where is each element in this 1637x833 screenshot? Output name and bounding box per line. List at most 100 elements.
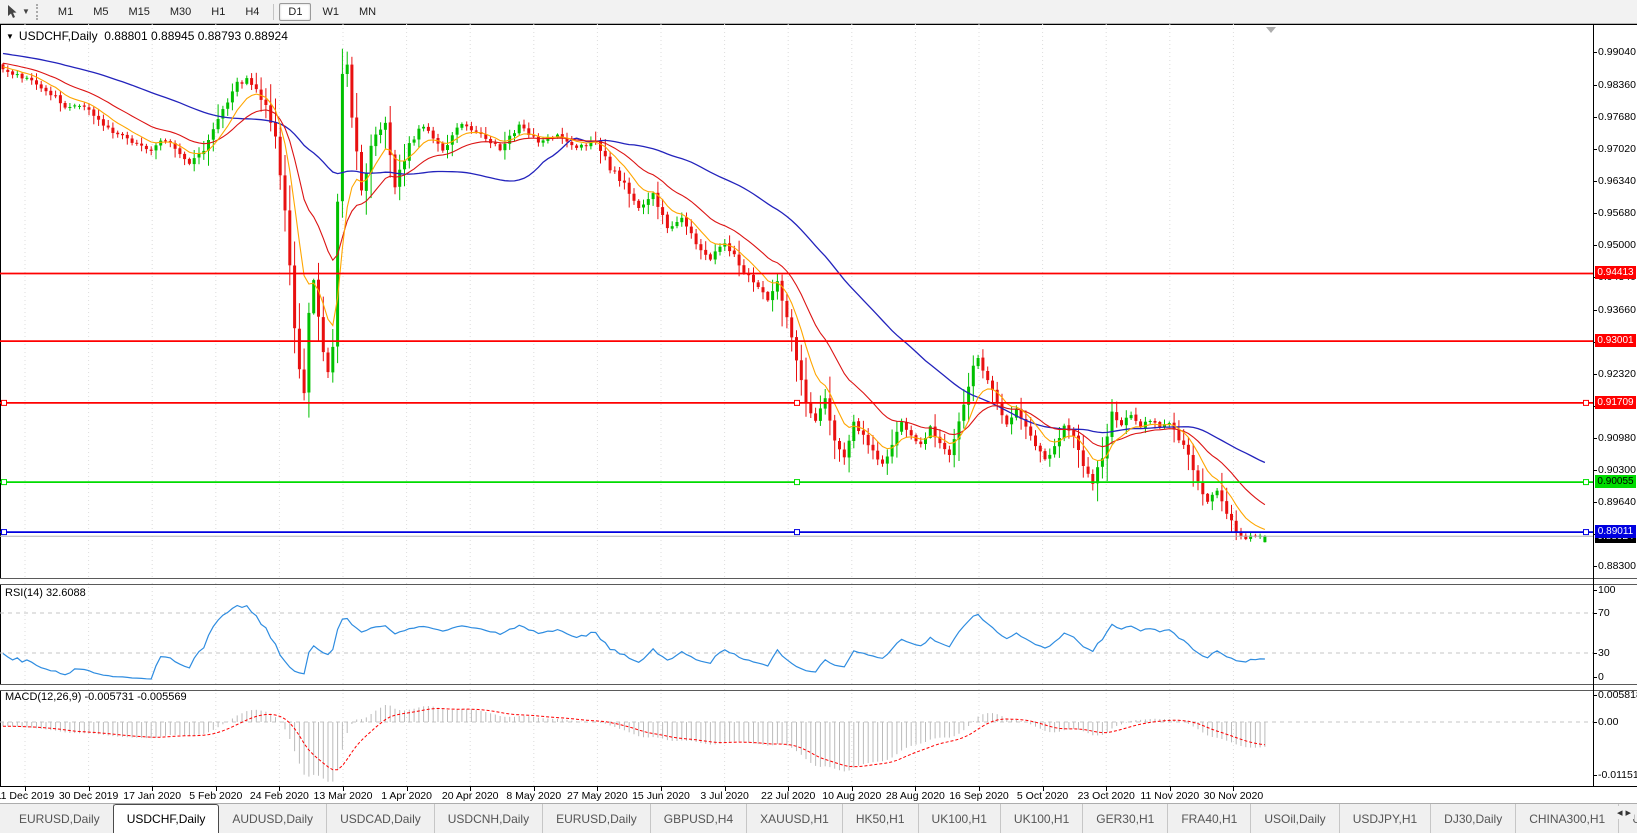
date-tick-label: 30 Nov 2020 — [1204, 790, 1264, 802]
hline-handle[interactable] — [2, 480, 7, 485]
hline-handle[interactable] — [1584, 400, 1589, 405]
price-tick-label: 0.95680 — [1598, 207, 1636, 219]
chart-tab-bar: EURUSD,DailyUSDCHF,DailyAUDUSD,DailyUSDC… — [0, 803, 1637, 833]
chart-tab-dj30-daily[interactable]: DJ30,Daily — [1431, 804, 1516, 833]
chart-tab-hk50-h1[interactable]: HK50,H1 — [843, 804, 919, 833]
date-tick-label: 24 Feb 2020 — [250, 790, 309, 802]
timeframe-button-m15[interactable]: M15 — [119, 3, 158, 21]
date-tick-label: 11 Dec 2019 — [0, 790, 54, 802]
macd-label: MACD(12,26,9) -0.005731 -0.005569 — [5, 691, 187, 703]
chart-shift-marker-icon[interactable] — [1266, 27, 1276, 33]
price-tick-label: -0.011514 — [1598, 769, 1637, 781]
hline-handle[interactable] — [2, 400, 7, 405]
chart-tab-uk100-h1[interactable]: UK100,H1 — [1001, 804, 1083, 833]
date-tick-label: 27 May 2020 — [567, 790, 628, 802]
price-tick-mark — [1593, 695, 1597, 696]
price-tick-mark — [1593, 52, 1597, 53]
hline-handle[interactable] — [795, 400, 800, 405]
date-tick-label: 22 Jul 2020 — [761, 790, 815, 802]
price-tick-mark — [1593, 438, 1597, 439]
chart-tab-usdjpy-h1[interactable]: USDJPY,H1 — [1340, 804, 1431, 833]
date-tick-label: 20 Apr 2020 — [442, 790, 499, 802]
chart-tab-fra40-h1[interactable]: FRA40,H1 — [1168, 804, 1251, 833]
price-tick-label: 0.95000 — [1598, 239, 1636, 251]
chart-tab-usdcad-daily[interactable]: USDCAD,Daily — [327, 804, 435, 833]
price-tick-label: 100 — [1598, 584, 1616, 596]
price-tick-mark — [1593, 566, 1597, 567]
chart-tab-xauusd-h1[interactable]: XAUUSD,H1 — [747, 804, 843, 833]
timeframe-toolbar: ▼ M1M5M15M30H1H4 D1W1MN — [0, 0, 1637, 24]
hline-handle[interactable] — [795, 530, 800, 535]
price-tick-mark — [1593, 245, 1597, 246]
timeframe-button-mn[interactable]: MN — [350, 3, 385, 21]
tab-scroll-right-icon[interactable]: ▸ — [1625, 807, 1634, 819]
price-tick-label: 0.99040 — [1598, 46, 1636, 58]
chart-tab-eurusd-daily[interactable]: EURUSD,Daily — [543, 804, 651, 833]
timeframe-button-m30[interactable]: M30 — [161, 3, 200, 21]
chart-menu-caret-icon[interactable]: ▼ — [6, 32, 14, 41]
date-tick-label: 30 Dec 2019 — [59, 790, 119, 802]
price-chart-pane[interactable] — [0, 24, 1593, 578]
price-tick-label: 0.92320 — [1598, 368, 1636, 380]
timeframe-button-w1[interactable]: W1 — [313, 3, 348, 21]
ohlc-high: 0.88945 — [151, 29, 194, 43]
price-tick-mark — [1593, 85, 1597, 86]
price-tick-mark — [1593, 775, 1597, 776]
timeframe-button-h1[interactable]: H1 — [202, 3, 234, 21]
date-tick-label: 5 Oct 2020 — [1017, 790, 1068, 802]
price-tick-mark — [1593, 117, 1597, 118]
chart-tab-usdchf-daily[interactable]: USDCHF,Daily — [113, 804, 220, 833]
chart-tab-china300-h1[interactable]: CHINA300,H1 — [1516, 804, 1619, 833]
timeframe-button-d1[interactable]: D1 — [279, 3, 311, 21]
timeframe-button-h4[interactable]: H4 — [236, 3, 268, 21]
date-scale[interactable]: 11 Dec 201930 Dec 201917 Jan 20205 Feb 2… — [0, 786, 1637, 804]
ohlc-low: 0.88793 — [198, 29, 241, 43]
macd-pane[interactable] — [0, 689, 1593, 786]
chart-tab-eurusd-daily[interactable]: EURUSD,Daily — [6, 804, 114, 833]
date-tick-label: 23 Oct 2020 — [1078, 790, 1135, 802]
price-tick-label: 0.88300 — [1598, 560, 1636, 572]
macd-signal-line — [3, 709, 1265, 770]
date-tick-label: 8 May 2020 — [506, 790, 561, 802]
chart-symbol-period: USDCHF,Daily — [19, 29, 98, 43]
timeframe-button-m5[interactable]: M5 — [84, 3, 117, 21]
dropdown-caret-icon[interactable]: ▼ — [22, 7, 30, 16]
chart-tab-uk100-h1[interactable]: UK100,H1 — [919, 804, 1001, 833]
ma-fast-line — [3, 67, 1265, 530]
price-tick-mark — [1593, 213, 1597, 214]
toolbar-grip[interactable] — [36, 4, 42, 20]
price-tick-label: 0.005818 — [1598, 689, 1637, 701]
date-tick-label: 10 Aug 2020 — [822, 790, 881, 802]
chart-tab-audusd-daily[interactable]: AUDUSD,Daily — [219, 804, 327, 833]
chart-tab-ger30-h1[interactable]: GER30,H1 — [1083, 804, 1168, 833]
date-tick-label: 5 Feb 2020 — [189, 790, 242, 802]
hline-handle[interactable] — [795, 480, 800, 485]
chart-tab-usoil-daily[interactable]: USOil,Daily — [1251, 804, 1339, 833]
chart-title: ▼USDCHF,Daily 0.88801 0.88945 0.88793 0.… — [6, 29, 288, 43]
chart-tab-usdcnh-daily[interactable]: USDCNH,Daily — [435, 804, 543, 833]
price-tick-mark — [1593, 653, 1597, 654]
price-tick-mark — [1593, 181, 1597, 182]
date-tick-label: 3 Jul 2020 — [700, 790, 748, 802]
chart-tab-gbpusd-h4[interactable]: GBPUSD,H4 — [651, 804, 747, 833]
ma-slow-line — [3, 54, 1265, 463]
tab-scroll-arrows: ◂▸ — [1613, 806, 1634, 819]
hline-handle[interactable] — [1584, 530, 1589, 535]
hline-handle[interactable] — [1584, 480, 1589, 485]
price-tick-mark — [1593, 502, 1597, 503]
price-tick-mark — [1593, 613, 1597, 614]
cursor-tool-icon[interactable] — [4, 4, 20, 20]
macd-histogram — [3, 705, 1265, 782]
date-tick-label: 13 Mar 2020 — [314, 790, 373, 802]
price-tick-label: 0.96340 — [1598, 175, 1636, 187]
rsi-pane[interactable] — [0, 583, 1593, 684]
timeframe-button-m1[interactable]: M1 — [49, 3, 82, 21]
price-tick-label: 0.97020 — [1598, 143, 1636, 155]
price-scale-border — [1593, 24, 1594, 786]
date-tick-label: 11 Nov 2020 — [1140, 790, 1199, 802]
ohlc-open: 0.88801 — [104, 29, 147, 43]
grid-lines — [25, 689, 1233, 786]
date-tick-label: 1 Apr 2020 — [381, 790, 432, 802]
price-tick-mark — [1593, 590, 1597, 591]
hline-handle[interactable] — [2, 530, 7, 535]
